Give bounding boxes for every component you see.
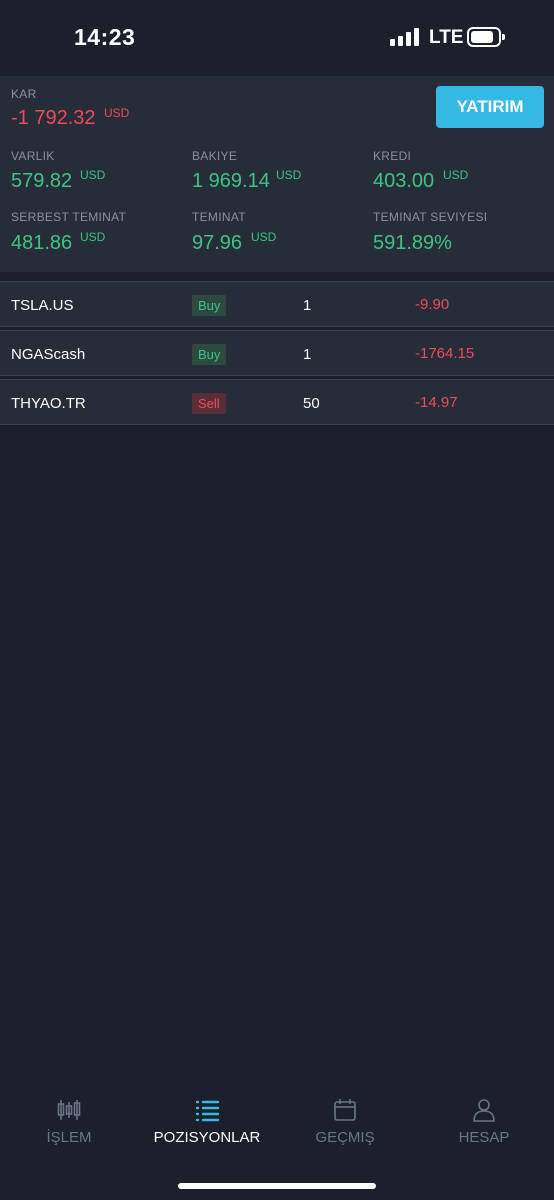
credit-value: 403.00: [373, 170, 435, 192]
battery-icon: [467, 27, 505, 47]
divider: [0, 272, 554, 280]
tab-account[interactable]: HESAP: [415, 1085, 553, 1165]
position-quantity: 1: [303, 297, 312, 314]
status-bar: 14:23 LTE: [0, 0, 554, 76]
tab-label: POZISYONLAR: [153, 1129, 261, 1146]
position-quantity: 50: [303, 395, 320, 412]
candlestick-chart-icon: [57, 1100, 81, 1120]
deposit-button[interactable]: YATIRIM: [436, 86, 544, 128]
position-quantity: 1: [303, 346, 312, 363]
margin-level-value: 591.89%: [373, 232, 452, 254]
account-summary: KAR -1 792.32 USD YATIRIM VARLIK 579.82 …: [0, 76, 554, 272]
free-margin-value: 481.86: [11, 232, 73, 254]
margin-currency: USD: [251, 230, 277, 244]
calendar-icon: [334, 1099, 356, 1121]
profit-currency: USD: [104, 106, 130, 120]
balance-label: BAKIYE: [192, 149, 238, 163]
position-row[interactable]: THYAO.TR Sell 50 -14.97: [0, 379, 554, 425]
free-margin-currency: USD: [80, 230, 106, 244]
list-icon: [195, 1100, 220, 1122]
equity-label: VARLIK: [11, 149, 55, 163]
margin-level-label: TEMINAT SEVIYESI: [373, 210, 488, 224]
credit-label: KREDI: [373, 149, 412, 163]
margin-value: 97.96: [192, 232, 243, 254]
position-pnl: -1764.15: [415, 345, 475, 362]
position-symbol: THYAO.TR: [11, 395, 86, 412]
tab-label: GEÇMIŞ: [315, 1129, 375, 1146]
tab-trade[interactable]: İŞLEM: [0, 1085, 138, 1165]
tab-history[interactable]: GEÇMIŞ: [276, 1085, 414, 1165]
user-icon: [473, 1099, 495, 1122]
balance-currency: USD: [276, 168, 302, 182]
credit-currency: USD: [443, 168, 469, 182]
position-row[interactable]: TSLA.US Buy 1 -9.90: [0, 281, 554, 327]
position-pnl: -9.90: [415, 296, 450, 313]
equity-currency: USD: [80, 168, 106, 182]
tab-label: HESAP: [458, 1129, 510, 1146]
free-margin-label: SERBEST TEMINAT: [11, 210, 127, 224]
position-side-badge: Buy: [192, 295, 227, 316]
position-symbol: NGAScash: [11, 346, 86, 363]
margin-label: TEMINAT: [192, 210, 246, 224]
equity-value: 579.82: [11, 170, 73, 192]
tab-label: İŞLEM: [46, 1129, 92, 1146]
profit-value: -1 792.32: [11, 107, 96, 129]
balance-value: 1 969.14: [192, 170, 270, 192]
position-side-badge: Sell: [192, 393, 226, 414]
position-symbol: TSLA.US: [11, 297, 74, 314]
home-indicator: [178, 1183, 376, 1189]
status-time: 14:23: [74, 24, 136, 50]
position-pnl: -14.97: [415, 394, 458, 411]
position-side-badge: Buy: [192, 344, 227, 365]
network-type: LTE: [429, 27, 464, 48]
position-row[interactable]: NGAScash Buy 1 -1764.15: [0, 330, 554, 376]
profit-label: KAR: [11, 87, 37, 101]
tab-positions[interactable]: POZISYONLAR: [138, 1085, 276, 1165]
signal-strength-icon: [390, 28, 420, 46]
